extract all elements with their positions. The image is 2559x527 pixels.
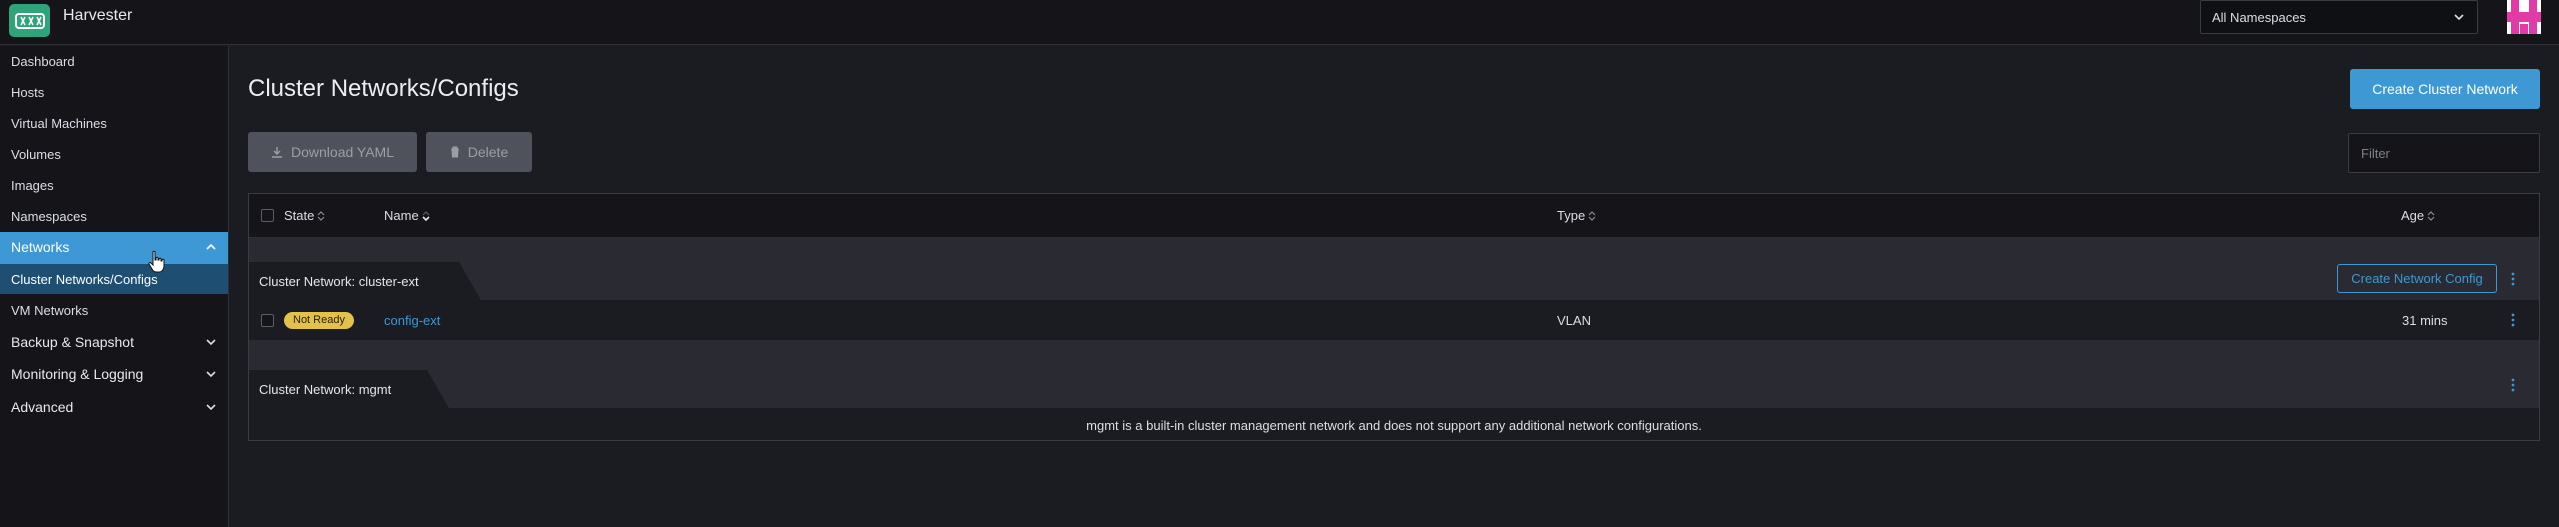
type-cell: VLAN <box>1557 313 1591 328</box>
table-header: State Name Type Age <box>249 194 2539 238</box>
sidebar-group-label: Advanced <box>11 399 74 415</box>
config-name-link[interactable]: config-ext <box>384 313 440 328</box>
harvester-logo-icon[interactable] <box>9 4 50 37</box>
namespace-select[interactable]: All Namespaces <box>2200 0 2478 34</box>
column-header-name[interactable]: Name <box>384 208 430 223</box>
sort-descending-icon <box>422 210 430 221</box>
kebab-menu-icon[interactable] <box>2510 377 2516 393</box>
sidebar-item-cluster-networks-configs[interactable]: Cluster Networks/Configs <box>0 264 228 294</box>
group-tab: Cluster Network: cluster-ext <box>249 262 481 300</box>
sidebar-group-networks[interactable]: Networks <box>0 232 228 264</box>
sidebar-item-label: Cluster Networks/Configs <box>11 272 158 287</box>
sidebar-item-virtual-machines[interactable]: Virtual Machines <box>0 108 228 138</box>
group-row-cluster-ext: Cluster Network: cluster-ext <box>249 238 2539 300</box>
row-checkbox[interactable] <box>261 314 274 327</box>
sort-icon <box>2427 210 2435 221</box>
table-row[interactable]: Not Ready config-ext VLAN 31 mins <box>249 300 2539 340</box>
chevron-down-icon <box>206 404 216 411</box>
download-yaml-button[interactable]: Download YAML <box>248 132 417 172</box>
download-yaml-label: Download YAML <box>291 144 394 160</box>
sidebar-item-namespaces[interactable]: Namespaces <box>0 201 228 231</box>
chevron-down-icon <box>206 371 216 378</box>
delete-button[interactable]: Delete <box>426 132 532 172</box>
sidebar-item-label: Dashboard <box>11 54 75 69</box>
column-header-age[interactable]: Age <box>2401 208 2435 223</box>
kebab-menu-icon[interactable] <box>2510 312 2516 328</box>
sidebar-item-label: Virtual Machines <box>11 116 107 131</box>
page-title: Cluster Networks/Configs <box>248 75 519 102</box>
sidebar-item-images[interactable]: Images <box>0 170 228 200</box>
sidebar-item-vm-networks[interactable]: VM Networks <box>0 295 228 325</box>
sidebar-item-dashboard[interactable]: Dashboard <box>0 46 228 76</box>
download-icon <box>272 147 282 158</box>
sort-icon <box>1588 210 1596 221</box>
column-header-label: Name <box>384 208 419 223</box>
sidebar-group-advanced[interactable]: Advanced <box>0 392 228 424</box>
namespace-select-value: All Namespaces <box>2212 10 2306 25</box>
group-label: Cluster Network: cluster-ext <box>259 274 419 289</box>
sidebar-item-label: Images <box>11 178 54 193</box>
sidebar-group-backup-snapshot[interactable]: Backup & Snapshot <box>0 327 228 359</box>
sidebar-nav: Dashboard Hosts Virtual Machines Volumes… <box>0 46 229 527</box>
chevron-down-icon <box>206 339 216 346</box>
trash-icon <box>450 146 459 158</box>
sidebar-item-hosts[interactable]: Hosts <box>0 77 228 107</box>
column-header-type[interactable]: Type <box>1557 208 1596 223</box>
chevron-up-icon <box>206 243 216 250</box>
create-network-config-button[interactable]: Create Network Config <box>2337 264 2497 293</box>
sidebar-group-label: Monitoring & Logging <box>11 366 144 382</box>
sidebar-item-label: Volumes <box>11 147 61 162</box>
status-badge: Not Ready <box>284 312 354 329</box>
app-title: Harvester <box>63 7 133 24</box>
column-header-label: Age <box>2401 208 2425 223</box>
sidebar-group-label: Backup & Snapshot <box>11 334 134 350</box>
sort-icon <box>317 210 325 221</box>
chevron-down-icon <box>2454 14 2464 21</box>
mgmt-note: mgmt is a built-in cluster management ne… <box>1086 418 1702 433</box>
column-header-state[interactable]: State <box>284 208 325 223</box>
sidebar-item-label: Namespaces <box>11 209 87 224</box>
sidebar-group-label: Networks <box>11 239 70 255</box>
column-header-label: Type <box>1557 208 1586 223</box>
kebab-menu-icon[interactable] <box>2510 271 2516 287</box>
group-label: Cluster Network: mgmt <box>259 382 392 397</box>
sidebar-item-label: VM Networks <box>11 303 89 318</box>
cluster-networks-table: State Name Type Age Cluster Network: clu… <box>248 193 2540 441</box>
sidebar-item-volumes[interactable]: Volumes <box>0 139 228 169</box>
sidebar-group-monitoring-logging[interactable]: Monitoring & Logging <box>0 359 228 391</box>
column-header-label: State <box>284 208 315 223</box>
group-row-mgmt: Cluster Network: mgmt <box>249 340 2539 408</box>
age-cell: 31 mins <box>2402 313 2448 328</box>
create-cluster-network-button[interactable]: Create Cluster Network <box>2350 69 2540 109</box>
select-all-checkbox[interactable] <box>261 209 274 222</box>
user-avatar[interactable] <box>2507 0 2541 34</box>
group-tab: Cluster Network: mgmt <box>249 370 449 408</box>
sidebar-item-label: Hosts <box>11 85 45 100</box>
hand-cursor-icon <box>148 250 165 273</box>
filter-input[interactable] <box>2348 133 2540 173</box>
top-bar: Harvester All Namespaces <box>0 0 2559 45</box>
delete-label: Delete <box>467 144 509 160</box>
